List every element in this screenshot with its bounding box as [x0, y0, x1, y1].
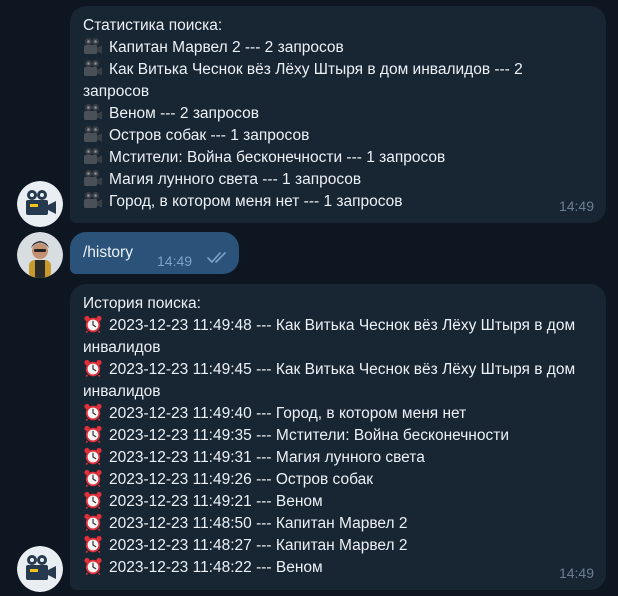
film-camera-icon — [83, 60, 109, 78]
list-item-text: 2023-12-23 11:49:31 --- Магия лунного св… — [109, 449, 425, 466]
list-item: 2023-12-23 11:49:31 --- Магия лунного св… — [83, 447, 593, 469]
list-item: 2023-12-23 11:49:48 --- Как Витька Чесно… — [83, 315, 593, 359]
alarm-clock-icon — [83, 469, 109, 488]
stats-bubble[interactable]: Статистика поиска: Капитан Марвел 2 --- … — [70, 6, 606, 223]
list-item-text: Капитан Марвел 2 --- 2 запросов — [109, 39, 344, 56]
list-item: Город, в котором меня нет --- 1 запросов — [83, 191, 593, 213]
list-item: Остров собак --- 1 запросов — [83, 125, 593, 147]
list-item-text: Город, в котором меня нет --- 1 запросов — [109, 193, 403, 210]
alarm-clock-icon — [83, 535, 109, 554]
alarm-clock-icon — [83, 513, 109, 532]
history-bubble[interactable]: История поиска: 2023-12-23 11:49:48 --- … — [70, 284, 606, 590]
list-item: Капитан Марвел 2 --- 2 запросов — [83, 37, 593, 59]
film-camera-icon — [83, 192, 109, 210]
list-item: Веном --- 2 запросов — [83, 103, 593, 125]
bot-avatar[interactable] — [17, 546, 63, 592]
list-item-text: 2023-12-23 11:49:35 --- Мстители: Война … — [109, 427, 509, 444]
list-item-text: Магия лунного света --- 1 запросов — [109, 171, 362, 188]
list-item: 2023-12-23 11:49:45 --- Как Витька Чесно… — [83, 359, 593, 403]
bot-avatar-image — [17, 181, 63, 227]
history-list: 2023-12-23 11:49:48 --- Как Витька Чесно… — [83, 315, 593, 579]
message-time: 14:49 — [558, 198, 594, 214]
alarm-clock-icon — [83, 315, 109, 334]
list-item-text: 2023-12-23 11:48:50 --- Капитан Марвел 2 — [109, 515, 408, 532]
bot-avatar[interactable] — [17, 181, 63, 227]
list-item: 2023-12-23 11:48:27 --- Капитан Марвел 2 — [83, 535, 593, 557]
list-item-text: 2023-12-23 11:49:26 --- Остров собак — [109, 471, 374, 488]
command-bubble[interactable]: /history 14:49 — [70, 232, 239, 274]
film-camera-icon — [83, 104, 109, 122]
stats-title: Статистика поиска: — [83, 17, 223, 34]
list-item: 2023-12-23 11:48:50 --- Капитан Марвел 2 — [83, 513, 593, 535]
alarm-clock-icon — [83, 359, 109, 378]
bot-avatar-image — [17, 546, 63, 592]
list-item-text: 2023-12-23 11:49:48 --- Как Витька Чесно… — [83, 317, 576, 356]
list-item: 2023-12-23 11:48:22 --- Веном — [83, 557, 593, 579]
list-item-text: 2023-12-23 11:48:27 --- Капитан Марвел 2 — [109, 537, 408, 554]
list-item-text: 2023-12-23 11:48:22 --- Веном — [109, 559, 323, 576]
film-camera-icon — [83, 126, 109, 144]
user-avatar[interactable] — [17, 232, 63, 278]
list-item: 2023-12-23 11:49:21 --- Веном — [83, 491, 593, 513]
alarm-clock-icon — [83, 491, 109, 510]
list-item: Магия лунного света --- 1 запросов — [83, 169, 593, 191]
alarm-clock-icon — [83, 447, 109, 466]
double-check-icon — [207, 252, 226, 263]
list-item-text: Веном --- 2 запросов — [109, 105, 259, 122]
film-camera-icon — [83, 148, 109, 166]
list-item: Мстители: Война бесконечности --- 1 запр… — [83, 147, 593, 169]
list-item: 2023-12-23 11:49:40 --- Город, в котором… — [83, 403, 593, 425]
stats-list: Капитан Марвел 2 --- 2 запросов Как Витьк… — [83, 37, 593, 213]
film-camera-icon — [83, 38, 109, 56]
list-item-text: 2023-12-23 11:49:45 --- Как Витька Чесно… — [83, 361, 576, 400]
alarm-clock-icon — [83, 557, 109, 576]
list-item: Как Витька Чеснок вёз Лёху Штыря в дом и… — [83, 59, 593, 103]
list-item: 2023-12-23 11:49:26 --- Остров собак — [83, 469, 593, 491]
alarm-clock-icon — [83, 403, 109, 422]
user-avatar-image — [17, 232, 63, 278]
list-item-text: Остров собак --- 1 запросов — [109, 127, 310, 144]
list-item-text: Как Витька Чеснок вёз Лёху Штыря в дом и… — [83, 61, 523, 100]
message-time: 14:49 — [157, 253, 193, 269]
film-camera-icon — [83, 170, 109, 188]
list-item-text: Мстители: Война бесконечности --- 1 запр… — [109, 149, 446, 166]
list-item-text: 2023-12-23 11:49:40 --- Город, в котором… — [109, 405, 467, 422]
list-item: 2023-12-23 11:49:35 --- Мстители: Война … — [83, 425, 593, 447]
message-time: 14:49 — [558, 565, 594, 581]
alarm-clock-icon — [83, 425, 109, 444]
list-item-text: 2023-12-23 11:49:21 --- Веном — [109, 493, 323, 510]
history-title: История поиска: — [83, 295, 201, 312]
command-text: /history — [83, 244, 133, 261]
